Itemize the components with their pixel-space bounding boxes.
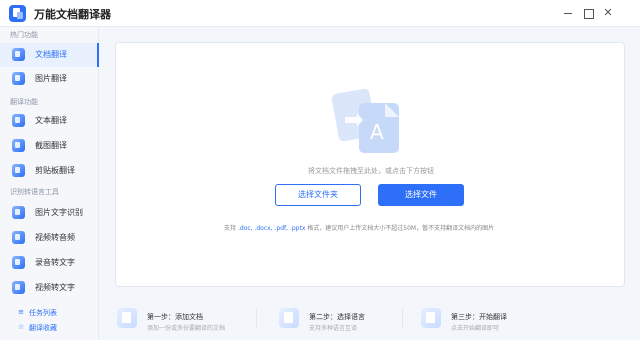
support-formats: .doc, .docx, .pdf, .pptx — [237, 225, 306, 232]
maximize-icon[interactable] — [580, 5, 596, 21]
video-text-icon — [12, 281, 25, 294]
sidebar-item-label: 图片翻译 — [35, 74, 67, 83]
sidebar-item-text-translate[interactable]: 文本翻译 — [0, 109, 99, 133]
sidebar-section-translate: 翻译功能 — [10, 98, 38, 106]
text-icon — [12, 114, 25, 127]
sidebar-item-label: 视频转音频 — [35, 233, 75, 242]
step-add-document: 第一步：添加文档 添加一份或多份要翻译的文档 — [117, 302, 257, 336]
sidebar-item-screenshot-translate[interactable]: 截图翻译 — [0, 134, 99, 158]
sidebar-item-label: 文档翻译 — [35, 50, 67, 59]
minimize-icon[interactable] — [560, 5, 576, 21]
translate-start-icon — [421, 308, 441, 328]
star-icon: ☆ — [17, 323, 25, 331]
sidebar-item-label: 录音转文字 — [35, 258, 75, 267]
video-icon — [12, 231, 25, 244]
step-description: 点击开始翻译即可 — [451, 325, 500, 332]
sidebar-item-label: 文本翻译 — [35, 116, 67, 125]
sidebar-item-label: 截图翻译 — [35, 141, 67, 150]
document-icon — [12, 48, 25, 61]
image-icon — [12, 72, 25, 85]
sidebar-item-document-translate[interactable]: 文档翻译 — [0, 43, 99, 67]
screenshot-icon — [12, 139, 25, 152]
step-title: 第一步：添加文档 — [147, 313, 203, 321]
drop-hint-text: 将文档文件拖拽至此处，或点击下方按钮 — [308, 167, 434, 175]
sidebar-item-video-to-audio[interactable]: 视频转音频 — [0, 226, 99, 250]
document-translate-illustration-icon: A — [331, 88, 399, 153]
favorites-link[interactable]: 翻译收藏 — [29, 323, 57, 333]
step-select-language: 第二步：选择语言 支持多种语言互译 — [279, 302, 419, 336]
support-suffix: 格式，建议用户上传文档大小不超过50M，暂不支持翻译文档内的图片 — [307, 225, 495, 232]
select-file-button[interactable]: 选择文件 — [378, 184, 464, 206]
title-bar: 万能文档翻译器 ✕ — [0, 0, 640, 27]
sidebar: 热门功能 文档翻译 图片翻译 翻译功能 文本翻译 截图翻译 剪贴板翻译 识别转语… — [0, 27, 99, 340]
add-document-icon — [117, 308, 137, 328]
sidebar-section-tools: 识别转语言工具 — [10, 188, 59, 196]
svg-text:A: A — [370, 120, 384, 144]
ocr-icon — [12, 206, 25, 219]
step-start-translate: 第三步：开始翻译 点击开始翻译即可 — [421, 302, 561, 336]
clipboard-icon — [12, 164, 25, 177]
sidebar-item-label: 剪贴板翻译 — [35, 166, 75, 175]
support-prefix: 支持 — [224, 225, 237, 232]
list-icon: ≡ — [18, 308, 24, 316]
close-icon[interactable]: ✕ — [600, 5, 616, 21]
step-title: 第三步：开始翻译 — [451, 313, 507, 321]
file-drop-zone[interactable]: A 将文档文件拖拽至此处，或点击下方按钮 选择文件夹 选择文件 支持 .doc,… — [115, 42, 625, 287]
step-divider — [256, 308, 257, 328]
sidebar-item-label: 视频转文字 — [35, 283, 75, 292]
sidebar-item-image-ocr[interactable]: 图片文字识别 — [0, 201, 99, 225]
step-description: 添加一份或多份要翻译的文档 — [147, 325, 226, 332]
sidebar-item-label: 图片文字识别 — [35, 208, 83, 217]
sidebar-item-video-to-text[interactable]: 视频转文字 — [0, 276, 99, 300]
app-title: 万能文档翻译器 — [34, 8, 111, 21]
microphone-icon — [12, 256, 25, 269]
sidebar-item-image-translate[interactable]: 图片翻译 — [0, 67, 99, 91]
app-logo-icon — [9, 5, 26, 22]
supported-formats-text: 支持 .doc, .docx, .pdf, .pptx 格式，建议用户上传文档大… — [224, 223, 494, 232]
step-divider — [402, 308, 403, 328]
select-folder-button[interactable]: 选择文件夹 — [275, 184, 361, 206]
sidebar-section-hot: 热门功能 — [10, 31, 38, 39]
sidebar-item-audio-to-text[interactable]: 录音转文字 — [0, 251, 99, 275]
task-list-link[interactable]: 任务列表 — [29, 308, 57, 318]
step-title: 第二步：选择语言 — [309, 313, 365, 321]
language-icon — [279, 308, 299, 328]
step-description: 支持多种语言互译 — [309, 325, 358, 332]
sidebar-item-clipboard-translate[interactable]: 剪贴板翻译 — [0, 159, 99, 183]
